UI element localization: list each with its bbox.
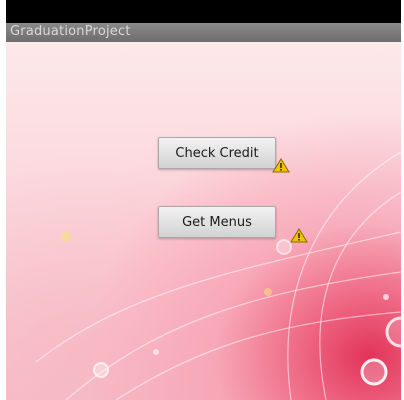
content-area: Check Credit Get Menus [6,42,401,400]
phone-screen: GraduationProject Check Credit Get Menus [6,0,401,400]
app-title: GraduationProject [10,24,131,39]
get-menus-button[interactable]: Get Menus [158,206,276,238]
warning-icon [290,228,308,243]
check-credit-button[interactable]: Check Credit [158,137,276,169]
app-title-bar: GraduationProject [6,23,401,43]
warning-icon [272,158,290,173]
status-bar [6,0,401,23]
